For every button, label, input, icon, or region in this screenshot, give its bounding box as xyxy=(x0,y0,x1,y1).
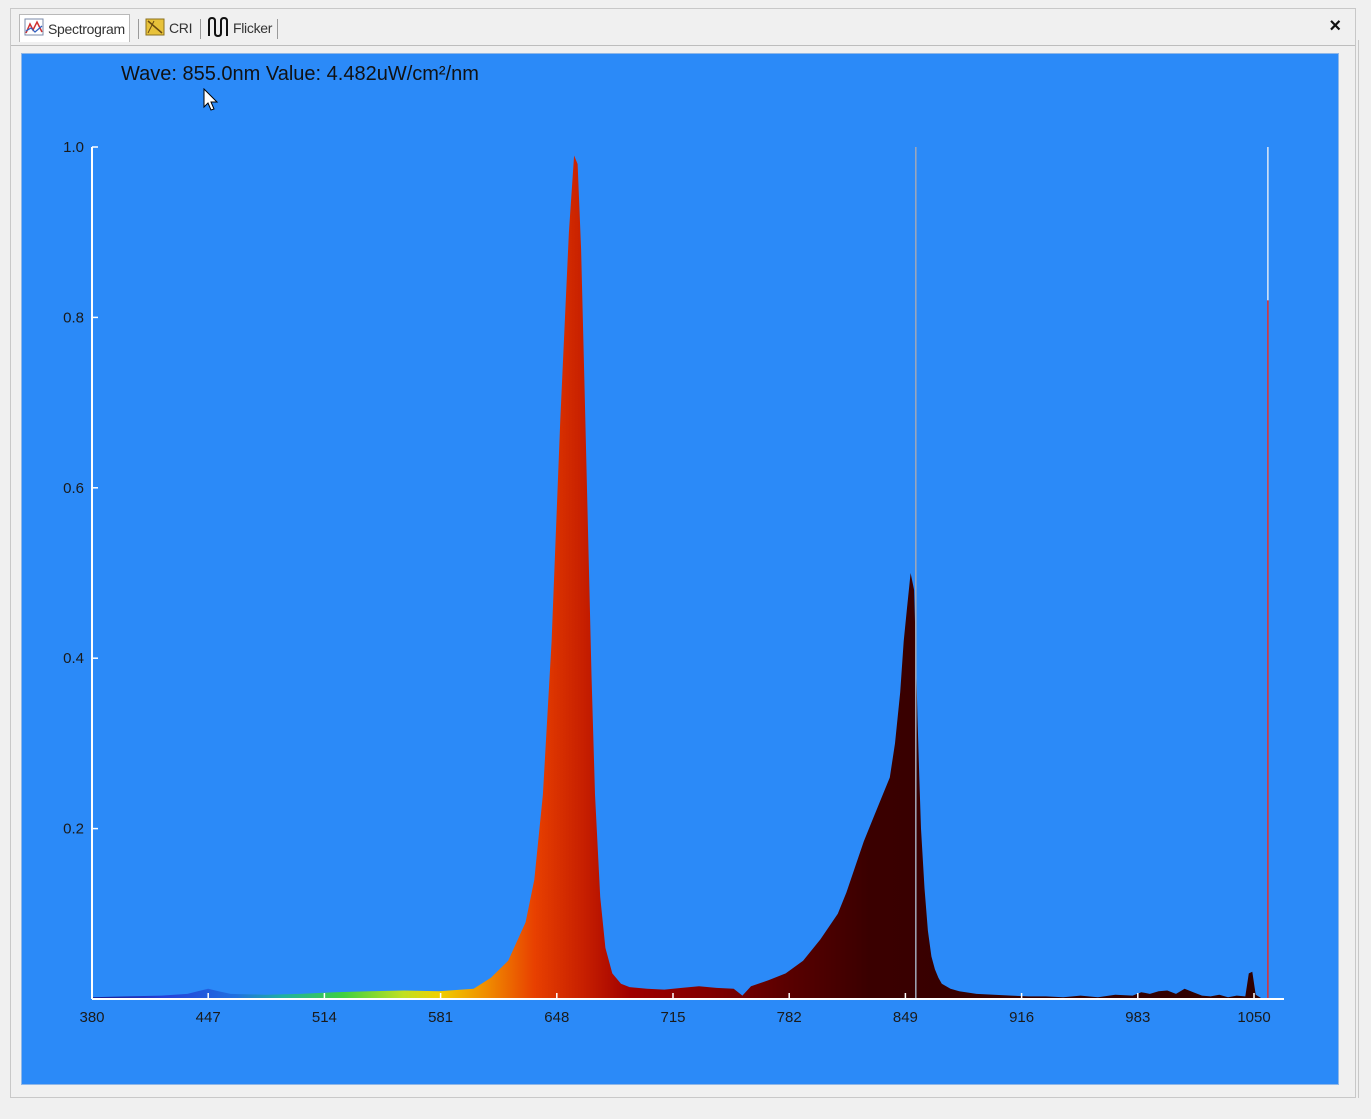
cri-icon xyxy=(145,18,165,39)
tab-separator xyxy=(138,19,139,39)
x-tick-label: 715 xyxy=(660,1009,685,1026)
x-tick-label: 782 xyxy=(777,1009,802,1026)
right-scroll-edge xyxy=(1358,40,1367,1100)
tab-separator xyxy=(200,19,201,39)
spectrogram-window: Spectrogram CRI Flicker × 0.2 0.4 0.6 0.… xyxy=(10,8,1356,1098)
flicker-icon xyxy=(207,16,229,40)
spectrum-chart[interactable]: 0.2 0.4 0.6 0.8 1.0 380 447 514 581 648 715 782 849 9… xyxy=(22,54,1338,1084)
y-tick-label: 0.8 xyxy=(63,309,84,326)
status-strip xyxy=(0,1098,1371,1119)
x-tick-label: 916 xyxy=(1009,1009,1034,1026)
tab-spectrogram-label: Spectrogram xyxy=(48,20,125,37)
tab-bar: Spectrogram CRI Flicker × xyxy=(11,9,1355,46)
x-tick-label: 983 xyxy=(1125,1009,1150,1026)
x-tick-label: 849 xyxy=(893,1009,918,1026)
close-button[interactable]: × xyxy=(1329,15,1341,38)
tab-spectrogram[interactable]: Spectrogram xyxy=(19,14,130,42)
wave-value-readout: Wave: 855.0nm Value: 4.482uW/cm²/nm xyxy=(121,63,479,85)
tab-cri-label: CRI xyxy=(169,20,193,36)
x-tick-label: 514 xyxy=(312,1009,337,1026)
x-tick-label: 648 xyxy=(544,1009,569,1026)
tab-flicker[interactable]: Flicker xyxy=(203,16,276,40)
tab-flicker-label: Flicker xyxy=(233,20,273,36)
tab-separator xyxy=(277,19,278,39)
tab-cri[interactable]: CRI xyxy=(141,16,196,40)
x-tick-label: 1050 xyxy=(1237,1009,1270,1026)
x-tick-label: 447 xyxy=(196,1009,221,1026)
mouse-pointer-icon xyxy=(203,87,219,117)
spectrum-area xyxy=(92,155,1263,999)
x-tick-label: 380 xyxy=(79,1009,104,1026)
spectrogram-icon xyxy=(24,18,44,39)
y-tick-label: 0.4 xyxy=(63,650,84,667)
x-tick-label: 581 xyxy=(428,1009,453,1026)
y-tick-label: 0.6 xyxy=(63,480,84,497)
spectrum-plot[interactable]: 0.2 0.4 0.6 0.8 1.0 380 447 514 581 648 715 782 849 9… xyxy=(21,53,1339,1085)
y-tick-label: 1.0 xyxy=(63,139,84,156)
y-tick-label: 0.2 xyxy=(63,821,84,838)
